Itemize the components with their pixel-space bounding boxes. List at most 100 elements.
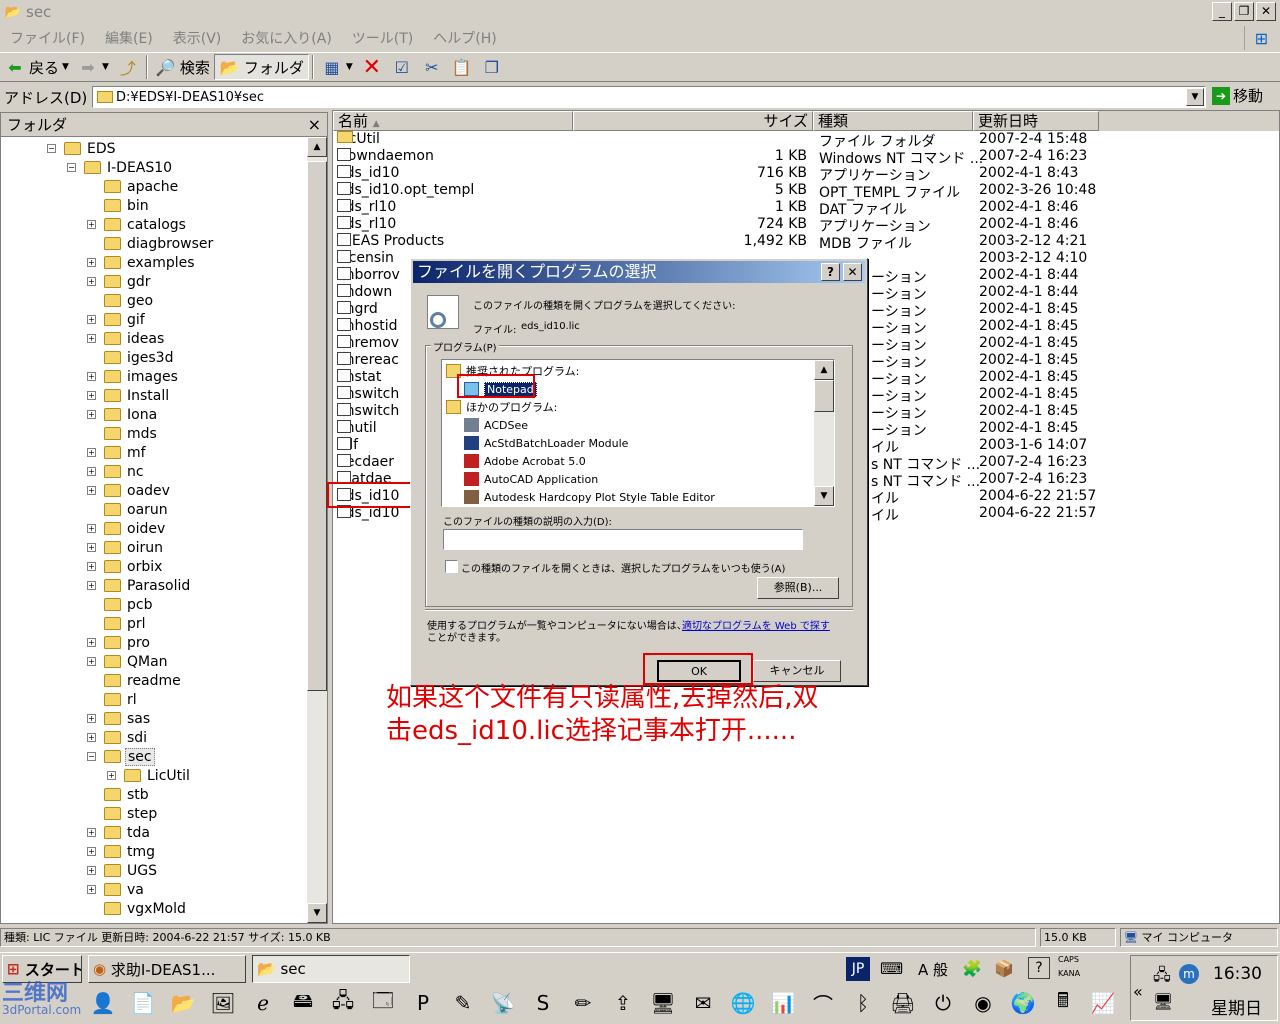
expand-tray-button[interactable]: « xyxy=(1133,982,1143,1001)
image-editor-icon[interactable]: 🖼 xyxy=(208,987,238,1019)
tree-node-tmg[interactable]: + tmg xyxy=(87,842,157,861)
tree-node-stb[interactable]: stb xyxy=(87,785,151,804)
expand-icon[interactable]: + xyxy=(87,277,96,286)
tree-node-licutil[interactable]: + LicUtil xyxy=(107,766,192,785)
network-icon[interactable]: 🖧 xyxy=(1153,964,1171,991)
expand-icon[interactable]: + xyxy=(87,372,96,381)
scroll-thumb[interactable] xyxy=(814,380,834,412)
browse-button[interactable]: 参照(B)... xyxy=(757,577,839,599)
menu-view[interactable]: 表示(V) xyxy=(163,28,232,48)
tree-node-sas[interactable]: + sas xyxy=(87,709,152,728)
expand-icon[interactable]: + xyxy=(87,391,96,400)
bluetooth-icon[interactable]: ᛒ xyxy=(848,987,878,1019)
tree-node-pcb[interactable]: pcb xyxy=(87,595,154,614)
back-button[interactable]: ⬅ 戻る ▼ xyxy=(0,54,73,80)
cut-button[interactable]: ✂ xyxy=(417,54,447,80)
window-icon[interactable]: 🗔 xyxy=(368,987,398,1019)
expand-icon[interactable]: + xyxy=(87,714,96,723)
ime-help-icon[interactable]: ? xyxy=(1028,957,1050,979)
tree-node-pro[interactable]: + pro xyxy=(87,633,152,652)
tree-node-sec[interactable]: − sec xyxy=(87,747,155,766)
expand-icon[interactable]: + xyxy=(87,448,96,457)
notepad-icon[interactable]: 📄 xyxy=(128,987,158,1019)
user-icon[interactable]: 👤 xyxy=(88,987,118,1019)
expand-icon[interactable]: + xyxy=(87,315,96,324)
expand-icon[interactable]: + xyxy=(87,543,96,552)
expand-icon[interactable]: + xyxy=(87,866,96,875)
taskbar-item-sec[interactable]: 📂 sec xyxy=(252,955,410,983)
expand-icon[interactable]: + xyxy=(87,524,96,533)
file-row[interactable]: Downdaemon 1 KB Windows NT コマンド ... 2007-2-… xyxy=(333,148,1279,167)
tree-node-apache[interactable]: apache xyxy=(87,177,180,196)
antenna-icon[interactable]: 📡 xyxy=(488,987,518,1019)
program-list-scrollbar[interactable]: ▲ ▼ xyxy=(814,360,834,506)
mail-icon[interactable]: ✉ xyxy=(688,987,718,1019)
properties-button[interactable]: ☑ xyxy=(387,54,417,80)
address-dropdown-button[interactable]: ▼ xyxy=(1186,88,1204,106)
menu-help[interactable]: ヘルプ(H) xyxy=(423,28,506,48)
menu-tools[interactable]: ツール(T) xyxy=(342,28,423,48)
folder-pane-scrollbar[interactable]: ▲ ▼ xyxy=(307,137,327,923)
description-input[interactable] xyxy=(443,529,803,550)
world-icon[interactable]: 🌍 xyxy=(1008,987,1038,1019)
tree-node-oarun[interactable]: oarun xyxy=(87,500,170,519)
go-button[interactable]: ➔ 移動 xyxy=(1212,85,1263,106)
expand-icon[interactable]: + xyxy=(87,220,96,229)
collapse-icon[interactable]: − xyxy=(47,144,56,153)
tree-node-nc[interactable]: + nc xyxy=(87,462,146,481)
tree-node-readme[interactable]: readme xyxy=(87,671,183,690)
file-row[interactable]: eds_id10 716 KB アプリケーション 2002-4-1 8:43 xyxy=(333,165,1279,184)
collapse-icon[interactable]: − xyxy=(67,163,76,172)
dialog-close-button[interactable]: ✕ xyxy=(843,263,862,281)
file-row[interactable]: eds_rl10 1 KB DAT ファイル 2002-4-1 8:46 xyxy=(333,199,1279,218)
cad-icon[interactable]: ⌒ xyxy=(808,987,838,1019)
web-search-link[interactable]: 適切なプログラムを Web で探す xyxy=(682,617,830,632)
expand-icon[interactable]: + xyxy=(87,847,96,856)
tree-node-examples[interactable]: + examples xyxy=(87,253,197,272)
computer-icon[interactable]: 🖥 xyxy=(1153,992,1173,1011)
always-use-checkbox[interactable] xyxy=(445,560,458,573)
calculator-icon[interactable]: 🖩 xyxy=(1048,987,1078,1019)
tree-node-oirun[interactable]: + oirun xyxy=(87,538,165,557)
globe-icon[interactable]: 🌐 xyxy=(728,987,758,1019)
tree-node-ideas[interactable]: + ideas xyxy=(87,329,166,348)
folder-pane-close-button[interactable]: × xyxy=(308,115,321,134)
export-icon[interactable]: ⇪ xyxy=(608,987,638,1019)
column-header-type[interactable]: 種類 xyxy=(813,111,973,131)
file-row[interactable]: eds_rl10 724 KB アプリケーション 2002-4-1 8:46 xyxy=(333,216,1279,235)
printer-icon[interactable]: 🖨 xyxy=(888,987,918,1019)
expand-icon[interactable]: + xyxy=(87,334,96,343)
chart-icon[interactable]: 📊 xyxy=(768,987,798,1019)
expand-icon[interactable]: + xyxy=(87,828,96,837)
scroll-down-button[interactable]: ▼ xyxy=(307,903,327,923)
expand-icon[interactable]: + xyxy=(87,258,96,267)
tree-node-eds[interactable]: − EDS xyxy=(47,139,118,158)
tree-node-parasolid[interactable]: + Parasolid xyxy=(87,576,192,595)
paste-button[interactable]: 📋 xyxy=(447,54,477,80)
tree-node-diagbrowser[interactable]: diagbrowser xyxy=(87,234,215,253)
tree-node-catalogs[interactable]: + catalogs xyxy=(87,215,188,234)
tree-node-iona[interactable]: + Iona xyxy=(87,405,159,424)
tree-node-oidev[interactable]: + oidev xyxy=(87,519,167,538)
media-icon[interactable]: ◉ xyxy=(968,987,998,1019)
tree-node-i-deas10[interactable]: − I-DEAS10 xyxy=(67,158,174,177)
folders-button[interactable]: 📂 フォルダ xyxy=(213,54,309,80)
file-row[interactable]: LicUtil ファイル フォルダ 2007-2-4 15:48 xyxy=(333,131,1279,150)
expand-icon[interactable]: + xyxy=(87,885,96,894)
tree-node-mds[interactable]: mds xyxy=(87,424,159,443)
search-button[interactable]: 🔎 検索 xyxy=(151,54,214,80)
file-row[interactable]: eds_id10.opt_templ 5 KB OPT_TEMPL ファイル 2002… xyxy=(333,182,1279,201)
drive-icon[interactable]: 🖴 xyxy=(288,987,318,1019)
forward-button[interactable]: ➡ ▼ xyxy=(73,54,113,80)
tree-node-qman[interactable]: + QMan xyxy=(87,652,170,671)
stats-icon[interactable]: 📈 xyxy=(1088,987,1118,1019)
expand-icon[interactable]: + xyxy=(87,410,96,419)
cancel-button[interactable]: キャンセル xyxy=(753,660,841,682)
program-item[interactable]: Adobe Acrobat 5.0 xyxy=(464,452,586,470)
tree-node-vgxmold[interactable]: vgxMold xyxy=(87,899,188,918)
minimize-button[interactable]: _ xyxy=(1212,2,1232,21)
taskbar-item-forum[interactable]: ◉ 求助I-DEAS1... xyxy=(88,955,246,983)
menu-file[interactable]: ファイル(F) xyxy=(0,28,95,48)
program-item[interactable]: Autodesk Hardcopy Plot Style Table Edito… xyxy=(464,488,715,506)
collapse-icon[interactable]: − xyxy=(87,752,96,761)
